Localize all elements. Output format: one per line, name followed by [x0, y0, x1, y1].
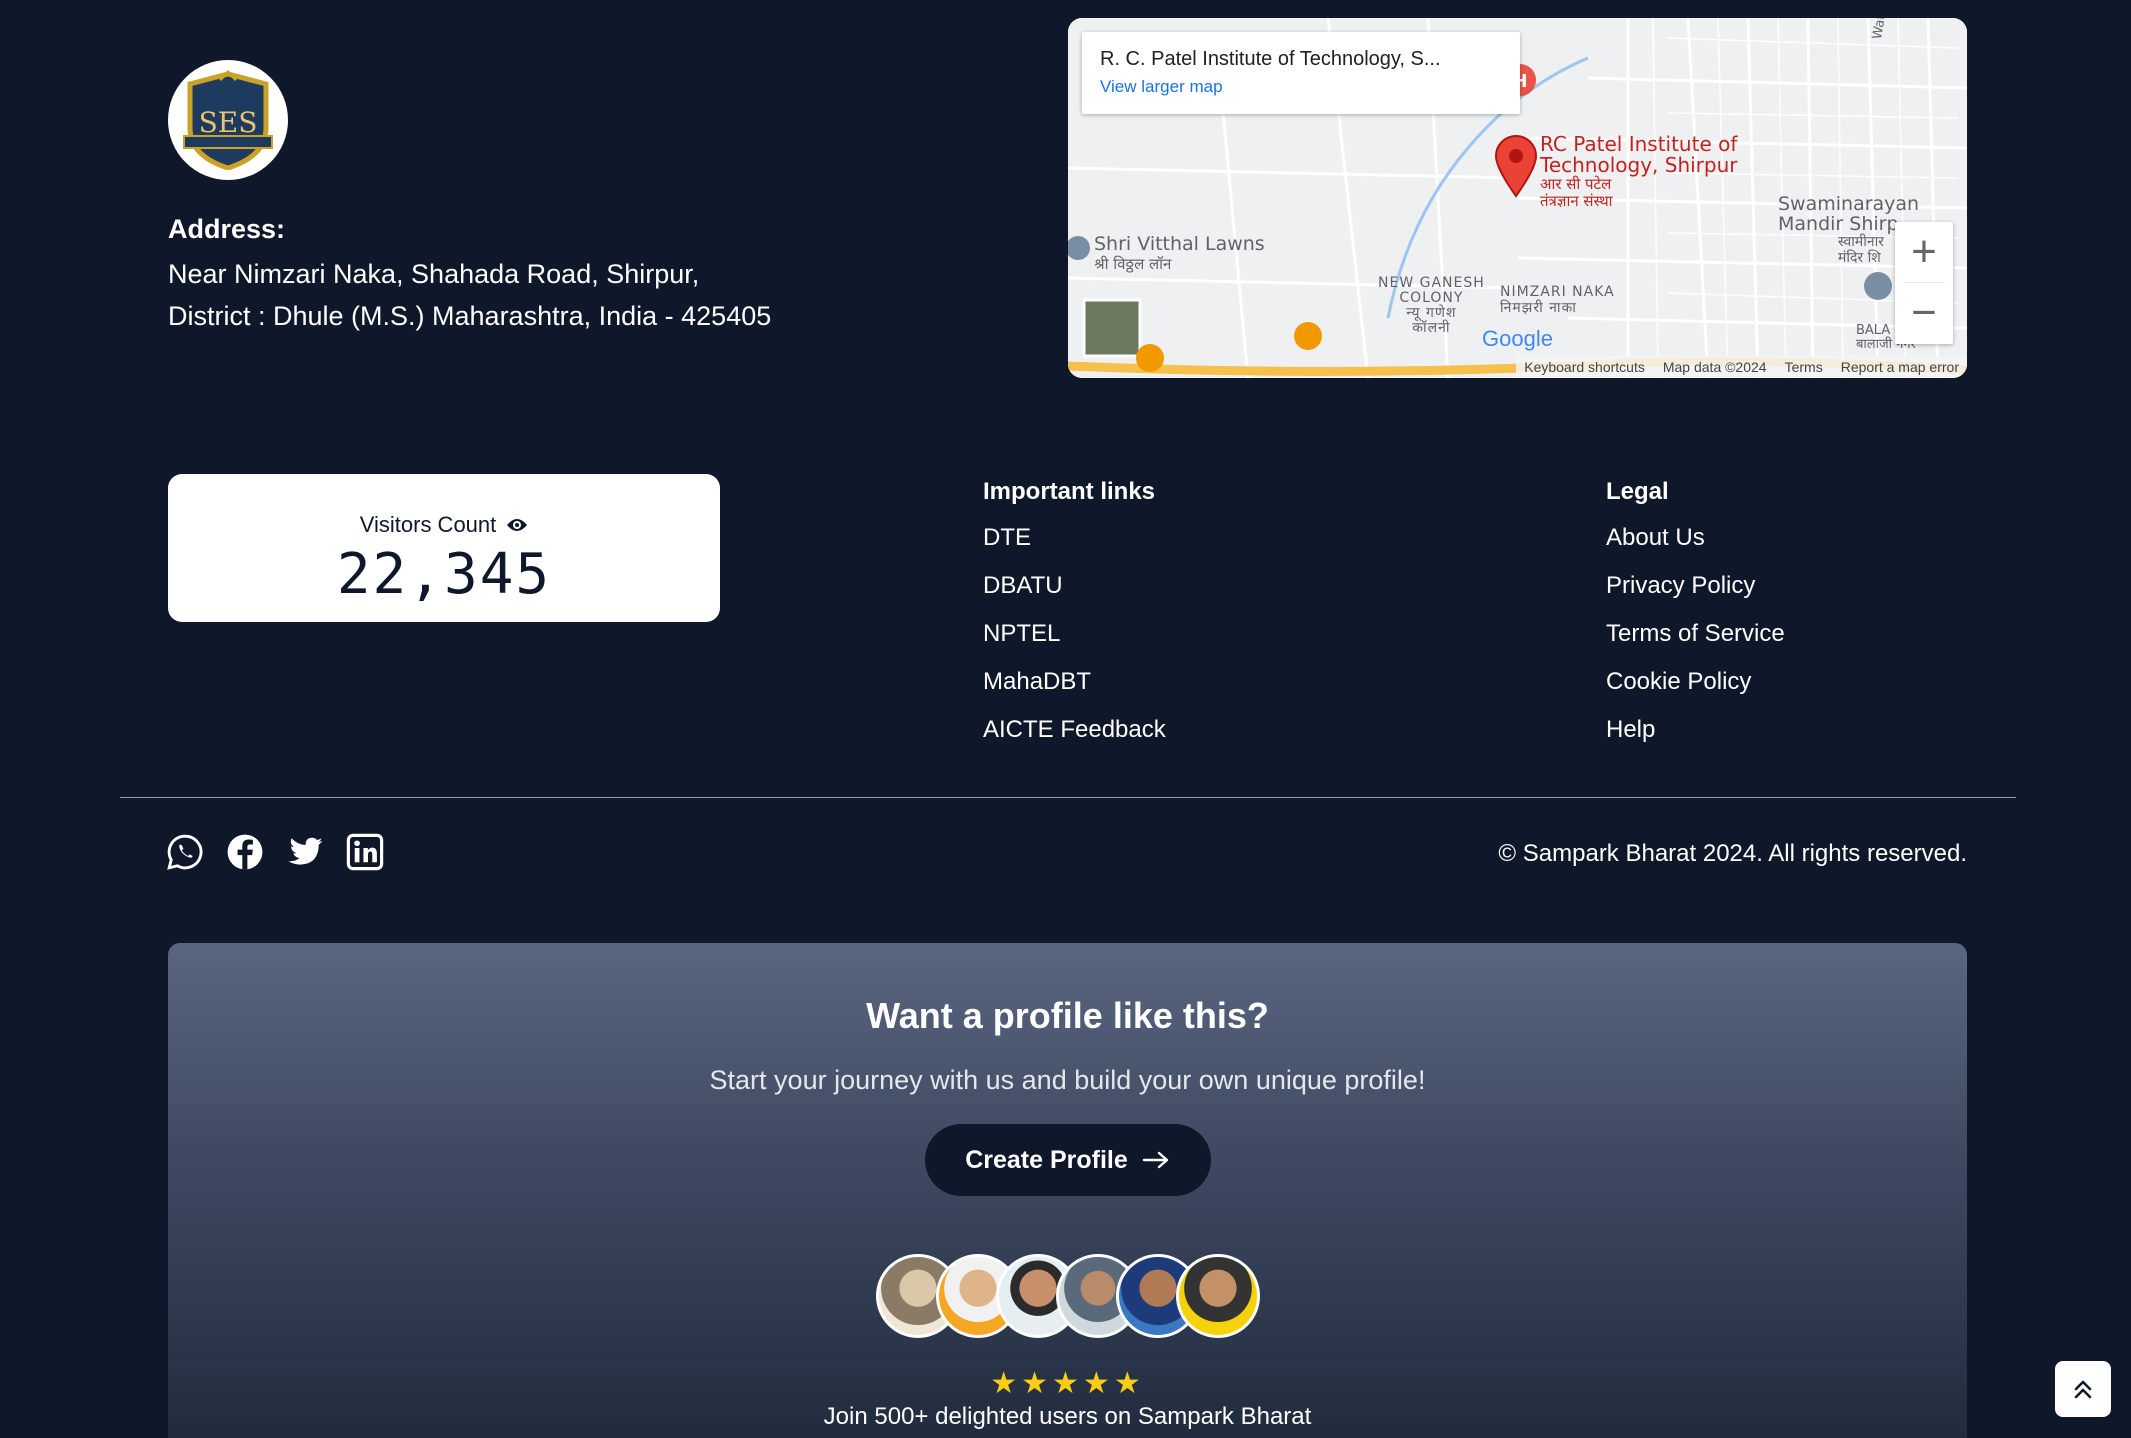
zoom-in-button[interactable]: + — [1895, 222, 1953, 282]
legal-column: Legal About Us Privacy Policy Terms of S… — [1606, 478, 1785, 744]
link-dte[interactable]: DTE — [983, 524, 1166, 552]
map-pin-label: RC Patel Institute of Technology, Shirpu… — [1540, 134, 1738, 210]
link-terms-of-service[interactable]: Terms of Service — [1606, 620, 1785, 648]
avatar — [1175, 1254, 1260, 1338]
map-label-vitthal-en: Shri Vitthal Lawns — [1094, 233, 1265, 255]
map-label-ganesh: NEW GANESH COLONY न्यू गणेश कॉलनी — [1378, 276, 1485, 336]
map-pin-label-line2: Technology, Shirpur — [1540, 153, 1738, 177]
cta-subtitle: Start your journey with us and build you… — [709, 1065, 1426, 1095]
facebook-icon[interactable] — [226, 833, 264, 871]
join-users-text: Join 500+ delighted users on Sampark Bha… — [823, 1403, 1312, 1430]
visitors-label-row: Visitors Count — [168, 512, 720, 538]
cta-section: Want a profile like this? Start your jou… — [168, 943, 1967, 1438]
link-privacy-policy[interactable]: Privacy Policy — [1606, 572, 1785, 600]
map-label-ganesh-1: NEW GANESH — [1378, 275, 1485, 291]
zoom-out-button[interactable]: − — [1895, 283, 1953, 343]
map-zoom-controls: + − — [1895, 222, 1953, 344]
report-map-error-link[interactable]: Report a map error — [1841, 359, 1959, 375]
svg-text:SES: SES — [199, 106, 258, 139]
address-heading: Address: — [168, 214, 286, 244]
map-pin-label-line1: RC Patel Institute of — [1540, 132, 1738, 156]
map-label-ganesh-hi1: न्यू गणेश — [1406, 305, 1457, 321]
map-terms-link[interactable]: Terms — [1785, 359, 1823, 375]
rating-stars: ★★★★★ — [990, 1367, 1145, 1400]
visitors-label: Visitors Count — [359, 512, 497, 537]
cta-title: Want a profile like this? — [866, 995, 1269, 1036]
user-avatars — [168, 1254, 1967, 1338]
google-logo: Google — [1482, 326, 1553, 351]
map-footer: Keyboard shortcuts Map data ©2024 Terms … — [1516, 356, 1967, 378]
important-links-column: Important links DTE DBATU NPTEL MahaDBT … — [983, 478, 1166, 744]
link-about-us[interactable]: About Us — [1606, 524, 1785, 552]
linkedin-icon[interactable] — [346, 833, 384, 871]
scroll-to-top-button[interactable] — [2055, 1361, 2111, 1417]
eye-icon — [507, 519, 528, 531]
link-help[interactable]: Help — [1606, 716, 1785, 744]
create-profile-button[interactable]: Create Profile — [924, 1124, 1211, 1196]
map-label-swami-1: Swaminarayan — [1778, 193, 1920, 215]
map-label-ganesh-2: COLONY — [1399, 290, 1464, 306]
address-line-2: District : Dhule (M.S.) Maharashtra, Ind… — [168, 301, 772, 331]
ses-crest-icon: SES — [183, 70, 273, 170]
map-label-vitthal: Shri Vitthal Lawns श्री विठ्ठल लॉन — [1094, 234, 1265, 274]
keyboard-shortcuts-link[interactable]: Keyboard shortcuts — [1524, 359, 1645, 375]
copyright-text: © Sampark Bharat 2024. All rights reserv… — [1498, 840, 1967, 867]
double-chevron-up-icon — [2074, 1380, 2092, 1399]
link-aicte-feedback[interactable]: AICTE Feedback — [983, 716, 1166, 744]
embedded-map[interactable]: H R. C. Patel Institute of Technology, S… — [1068, 18, 1967, 378]
visitors-count: 22,345 — [336, 542, 552, 607]
visitors-card: Visitors Count 22,345 — [168, 474, 720, 622]
map-label-ganesh-hi2: कॉलनी — [1412, 320, 1451, 336]
link-mahadbt[interactable]: MahaDBT — [983, 668, 1166, 696]
map-place-title: R. C. Patel Institute of Technology, S..… — [1100, 48, 1441, 70]
arrow-right-icon — [1142, 1151, 1168, 1169]
twitter-icon[interactable] — [286, 833, 324, 871]
map-label-nimzari-en: NIMZARI NAKA — [1500, 284, 1615, 300]
map-pin-label-hindi2: तंत्रज्ञान संस्था — [1540, 192, 1613, 210]
institution-logo: SES — [168, 60, 288, 180]
view-larger-map-link[interactable]: View larger map — [1100, 77, 1502, 97]
link-dbatu[interactable]: DBATU — [983, 572, 1166, 600]
map-label-nimzari-hi: निमझरी नाका — [1500, 300, 1577, 316]
map-pin-label-hindi1: आर सी पटेल — [1540, 175, 1612, 193]
address-line-1: Near Nimzari Naka, Shahada Road, Shirpur… — [168, 259, 700, 289]
footer-divider — [120, 797, 2016, 798]
link-cookie-policy[interactable]: Cookie Policy — [1606, 668, 1785, 696]
map-label-nimzari: NIMZARI NAKA निमझरी नाका — [1500, 284, 1615, 316]
map-data-text: Map data ©2024 — [1662, 359, 1767, 375]
important-links-heading: Important links — [983, 478, 1156, 505]
create-profile-label: Create Profile — [965, 1145, 1128, 1174]
map-label-vitthal-hi: श्री विठ्ठल लॉन — [1094, 255, 1172, 273]
whatsapp-icon[interactable] — [166, 833, 204, 871]
link-nptel[interactable]: NPTEL — [983, 620, 1166, 648]
map-place-card: R. C. Patel Institute of Technology, S..… — [1082, 32, 1520, 114]
legal-heading: Legal — [1606, 478, 1669, 505]
